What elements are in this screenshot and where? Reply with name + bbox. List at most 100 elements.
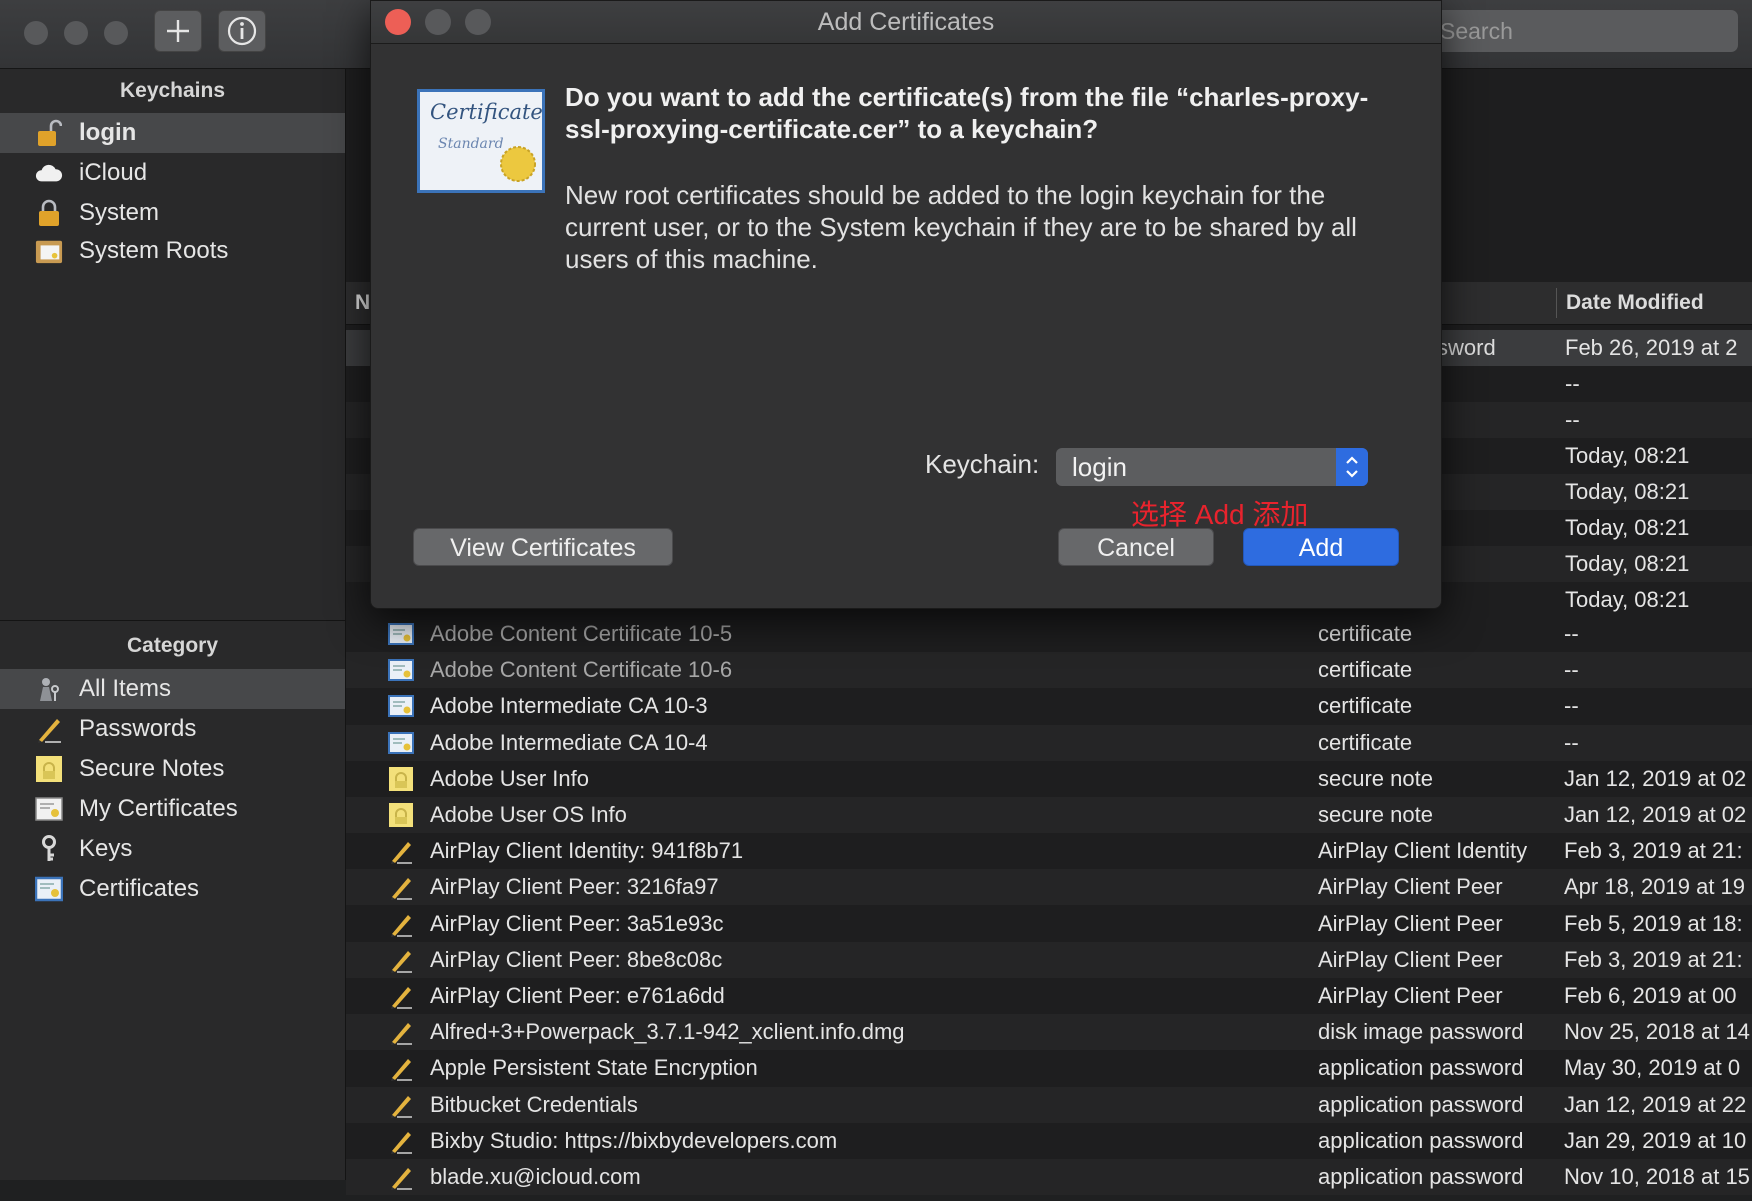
- pencil-icon: [388, 911, 414, 937]
- pencil-icon: [388, 947, 414, 973]
- table-row[interactable]: AirPlay Client Peer: e761a6dd AirPlay Cli…: [346, 978, 1752, 1014]
- note-icon: [35, 755, 63, 783]
- table-row[interactable]: AirPlay Client Identity: 941f8b71 AirPlay…: [346, 833, 1752, 869]
- pencil-icon: [388, 874, 414, 901]
- cloud-icon: [35, 159, 63, 187]
- sidebar-item-label: My Certificates: [79, 795, 238, 822]
- cell-name: Adobe User OS Info: [430, 802, 627, 827]
- sidebar-item-label: All Items: [79, 675, 172, 702]
- sidebar-divider: [0, 620, 345, 621]
- search-input[interactable]: Search: [1410, 10, 1738, 52]
- category-heading: Category: [126, 634, 219, 657]
- cell-kind: disk image password: [1318, 1019, 1524, 1045]
- window-close-button[interactable]: [24, 21, 48, 45]
- seal-icon: [500, 146, 536, 182]
- up-down-chevron-icon[interactable]: [1336, 448, 1368, 486]
- sidebar-item-all-items[interactable]: All Items: [0, 669, 345, 709]
- certificate-icon: [388, 730, 414, 756]
- dialog-question: Do you want to add the certificate(s) fr…: [565, 82, 1369, 144]
- note-icon: [388, 766, 414, 792]
- certificate-icon: [35, 875, 63, 903]
- cell-kind: application password: [1318, 1091, 1524, 1117]
- sidebar-item-certificates[interactable]: Certificates: [0, 869, 345, 909]
- table-row[interactable]: Bitbucket Credentials application passwor…: [346, 1086, 1752, 1123]
- cell-date: Feb 3, 2019 at 21:: [1564, 946, 1743, 972]
- keychain-label: Keychain:: [925, 449, 1040, 479]
- cell-kind: certificate: [1318, 657, 1413, 683]
- certificate-icon: [388, 621, 414, 647]
- sidebar-item-keys[interactable]: Keys: [0, 829, 345, 869]
- sidebar-item-label: System: [79, 199, 160, 226]
- cell-date: --: [1565, 407, 1580, 432]
- sidebar-item-system[interactable]: System: [0, 193, 345, 233]
- keychain-select[interactable]: login: [1056, 448, 1368, 486]
- table-row[interactable]: Adobe Intermediate CA 10-3 certificate --: [346, 688, 1752, 724]
- column-header-name[interactable]: N: [355, 282, 370, 324]
- certificate-icon: [388, 657, 414, 683]
- certificate-cabinet-icon: [35, 237, 63, 265]
- table-row[interactable]: Alfred+3+Powerpack_3.7.1-942_xclient.inf…: [346, 1014, 1752, 1051]
- sidebar-item-login[interactable]: login: [0, 113, 345, 153]
- window-zoom-button[interactable]: [104, 21, 128, 45]
- cell-date: --: [1565, 371, 1580, 396]
- plus-icon: [167, 20, 189, 42]
- note-icon: [388, 802, 414, 828]
- cell-date: Nov 25, 2018 at 14: [1564, 1019, 1750, 1045]
- cell-date: Feb 5, 2019 at 18:: [1564, 910, 1743, 936]
- add-item-button[interactable]: [154, 10, 202, 52]
- keychains-heading: Keychains: [119, 79, 226, 102]
- pencil-icon: [388, 1055, 414, 1082]
- sidebar-item-my-certificates[interactable]: My Certificates: [0, 789, 345, 829]
- cell-date: Feb 26, 2019 at 2: [1565, 335, 1738, 360]
- cell-name: Adobe Intermediate CA 10-3: [430, 693, 708, 719]
- table-row[interactable]: Bixby Studio: https://bixbydevelopers.co…: [346, 1123, 1752, 1159]
- table-row[interactable]: Apple Persistent State Encryption applica…: [346, 1050, 1752, 1086]
- get-info-button[interactable]: [218, 10, 266, 52]
- table-row[interactable]: Adobe Content Certificate 10-6 certificat…: [346, 652, 1752, 689]
- window-minimize-button[interactable]: [64, 21, 88, 45]
- cell-kind: application password: [1318, 1055, 1524, 1081]
- cell-date: Today, 08:21: [1565, 515, 1690, 540]
- sidebar-item-label: iCloud: [79, 159, 148, 186]
- cancel-button[interactable]: Cancel: [1058, 528, 1214, 566]
- cell-kind: certificate: [1318, 621, 1413, 646]
- view-certificates-button[interactable]: View Certificates: [413, 528, 673, 566]
- table-row[interactable]: AirPlay Client Peer: 8be8c08c AirPlay Cli…: [346, 941, 1752, 978]
- cell-date: Feb 3, 2019 at 21:: [1564, 838, 1743, 864]
- annotation-text: 选择 Add 添加: [1131, 499, 1309, 530]
- table-row[interactable]: AirPlay Client Peer: 3216fa97 AirPlay Cli…: [346, 869, 1752, 906]
- certificate-icon: Certificate Standard: [417, 89, 545, 193]
- cell-name: Bixby Studio: https://bixbydevelopers.co…: [430, 1127, 838, 1153]
- table-row[interactable]: Adobe Content Certificate 10-5 certificat…: [346, 616, 1752, 652]
- cell-date: Today, 08:21: [1565, 587, 1690, 612]
- keychain-select-value: login: [1072, 452, 1127, 482]
- cell-date: Today, 08:21: [1565, 551, 1690, 576]
- sidebar-item-secure-notes[interactable]: Secure Notes: [0, 749, 345, 789]
- cell-name: Apple Persistent State Encryption: [430, 1055, 758, 1081]
- certificate-icon: [388, 693, 414, 719]
- add-button[interactable]: Add: [1243, 528, 1399, 566]
- cell-date: Apr 18, 2019 at 19: [1564, 874, 1746, 900]
- add-certificates-dialog: Add Certificates Certificate Standard Do…: [370, 0, 1442, 609]
- sidebar-item-system-roots[interactable]: System Roots: [0, 231, 345, 271]
- table-row[interactable]: AirPlay Client Peer: 3a51e93c AirPlay Cli…: [346, 906, 1752, 942]
- sidebar-item-passwords[interactable]: Passwords: [0, 709, 345, 749]
- column-header-date-modified[interactable]: Date Modified: [1566, 282, 1704, 324]
- table-row[interactable]: Adobe User Info secure note Jan 12, 2019 a…: [346, 761, 1752, 797]
- cell-date: Today, 08:21: [1565, 479, 1690, 504]
- cell-name: Adobe Content Certificate 10-5: [430, 621, 733, 646]
- cell-date: --: [1564, 729, 1579, 755]
- cell-name: AirPlay Client Peer: 8be8c08c: [430, 946, 723, 972]
- cell-kind: certificate: [1318, 729, 1413, 755]
- cell-date: --: [1564, 657, 1579, 683]
- pencil-icon: [388, 1092, 414, 1118]
- table-row[interactable]: blade.xu@icloud.com application password N…: [346, 1159, 1752, 1195]
- column-divider[interactable]: [1556, 288, 1557, 318]
- dialog-titlebar: Add Certificates: [371, 1, 1441, 44]
- pencil-icon: [388, 1164, 414, 1190]
- sidebar-item-label: Passwords: [79, 715, 197, 742]
- sidebar-item-icloud[interactable]: iCloud: [0, 153, 345, 193]
- cell-name: AirPlay Client Peer: e761a6dd: [430, 983, 725, 1008]
- table-row[interactable]: Adobe Intermediate CA 10-4 certificate --: [346, 724, 1752, 761]
- table-row[interactable]: Adobe User OS Info secure note Jan 12, 201…: [346, 797, 1752, 833]
